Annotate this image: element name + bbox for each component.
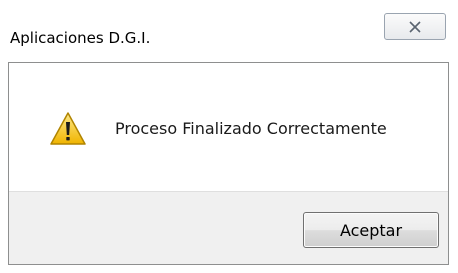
- window-frame-right: [449, 62, 458, 273]
- dialog-window: Aplicaciones D.G.I. Proceso Finalizado C…: [0, 0, 458, 273]
- accept-button[interactable]: Aceptar: [303, 212, 439, 248]
- window-frame-left: [0, 62, 8, 273]
- dialog-client-area: Proceso Finalizado Correctamente Aceptar: [8, 62, 449, 265]
- window-title: Aplicaciones D.G.I.: [10, 29, 151, 47]
- dialog-message: Proceso Finalizado Correctamente: [115, 119, 387, 138]
- message-area: Proceso Finalizado Correctamente: [9, 63, 448, 191]
- close-icon: [408, 20, 422, 33]
- button-bar: Aceptar: [9, 191, 448, 264]
- title-bar[interactable]: Aplicaciones D.G.I.: [0, 0, 458, 62]
- window-frame-bottom: [0, 265, 458, 273]
- close-button[interactable]: [384, 13, 446, 40]
- warning-icon: [49, 111, 87, 147]
